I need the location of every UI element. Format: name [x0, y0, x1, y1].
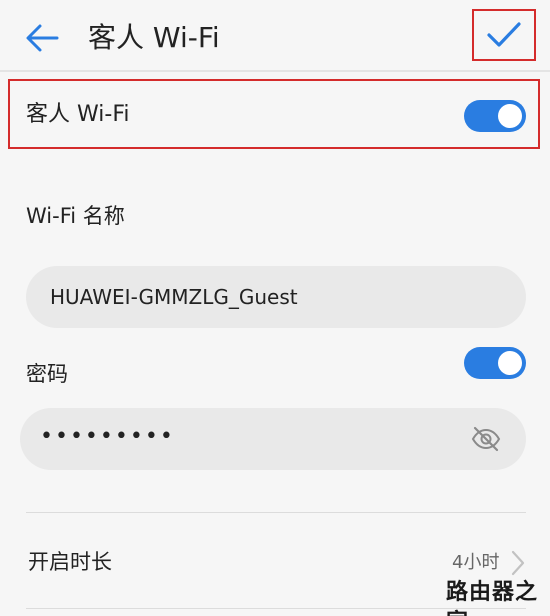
duration-value: 4小时 [452, 552, 500, 573]
watermark-text: 路由器之家 [446, 580, 539, 616]
checkmark-icon [487, 22, 521, 47]
arrow-left-icon [26, 24, 59, 52]
header-divider [0, 70, 550, 72]
toggle-knob [498, 351, 522, 375]
password-input[interactable]: ••••••••• [20, 408, 526, 470]
duration-label: 开启时长 [28, 550, 112, 574]
wifi-name-value: HUAWEI-GMMZLG_Guest [50, 285, 298, 309]
app-header: 客人 Wi-Fi [0, 0, 550, 72]
guest-wifi-label: 客人 Wi-Fi [26, 102, 130, 127]
wifi-name-label: Wi-Fi 名称 [26, 204, 125, 228]
password-value: ••••••••• [40, 424, 175, 449]
eye-off-icon [471, 426, 501, 452]
password-toggle[interactable] [464, 347, 526, 379]
toggle-knob [498, 104, 522, 128]
section-divider [26, 512, 526, 513]
guest-wifi-row: 客人 Wi-Fi [8, 79, 540, 149]
chevron-right-icon [511, 550, 525, 576]
password-visibility-button[interactable] [470, 423, 502, 455]
wifi-name-input[interactable]: HUAWEI-GMMZLG_Guest [26, 266, 526, 328]
confirm-button[interactable] [472, 9, 536, 61]
page-title: 客人 Wi-Fi [88, 21, 220, 54]
guest-wifi-toggle[interactable] [464, 100, 526, 132]
password-label: 密码 [26, 362, 68, 386]
back-button[interactable] [22, 20, 62, 56]
